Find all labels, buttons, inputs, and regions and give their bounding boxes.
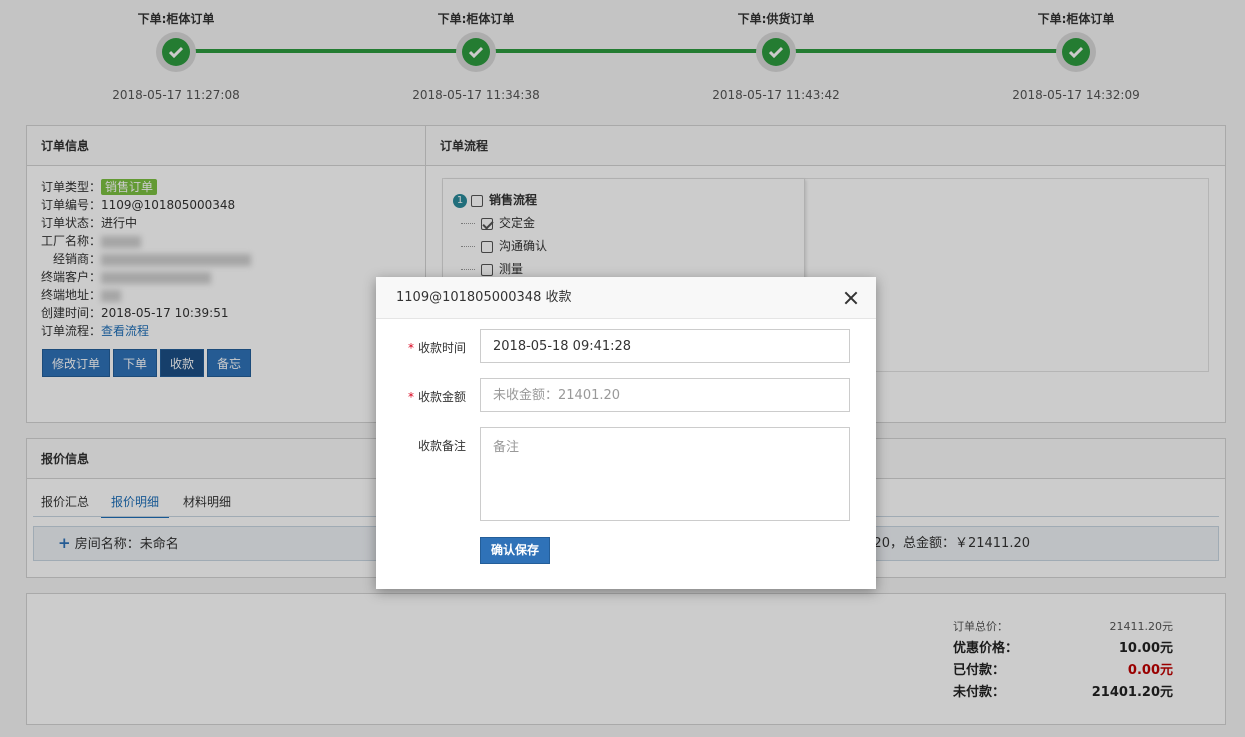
- required-mark: *: [407, 390, 414, 404]
- payment-time-label-text: 收款时间: [417, 341, 466, 355]
- modal-title: 1109@101805000348 收款: [396, 290, 572, 305]
- modal-header: 1109@101805000348 收款: [376, 277, 876, 319]
- payment-amount-label-text: 收款金额: [417, 390, 466, 404]
- confirm-save-button[interactable]: 确认保存: [480, 537, 551, 564]
- payment-note-textarea[interactable]: [480, 427, 850, 521]
- payment-modal: 1109@101805000348 收款 *收款时间 *收款金额 收款备注 确认…: [376, 277, 876, 589]
- close-icon[interactable]: [844, 291, 858, 305]
- payment-time-label: * 收款时间: [408, 339, 466, 356]
- payment-note-label: 收款备注: [417, 439, 466, 453]
- payment-amount-input[interactable]: [480, 378, 850, 412]
- payment-amount-label: * 收款金额: [408, 388, 466, 405]
- required-mark: *: [407, 341, 414, 355]
- payment-time-input[interactable]: [480, 329, 850, 363]
